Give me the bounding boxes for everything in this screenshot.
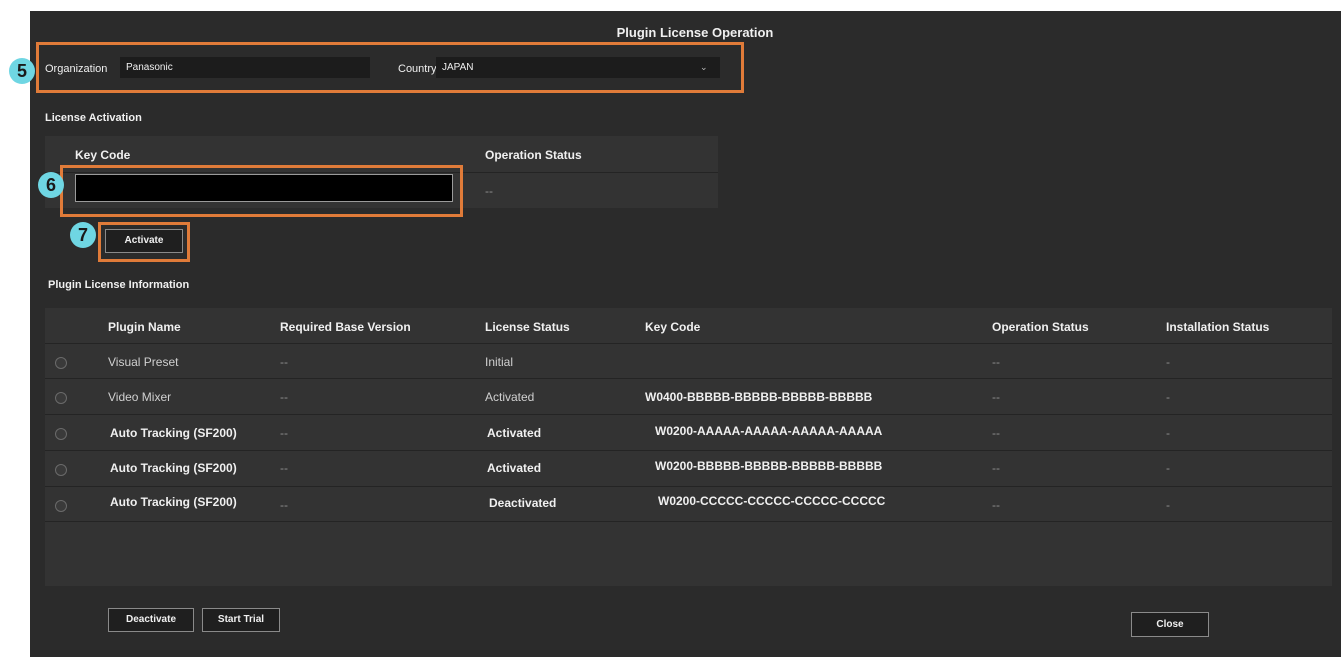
table-row-divider (45, 343, 1332, 344)
cell-plugin-name: Visual Preset (108, 355, 179, 369)
key-code-input[interactable] (75, 174, 453, 202)
cell-installation-status: - (1166, 355, 1170, 369)
radio-button-icon[interactable] (55, 500, 67, 512)
cell-operation-status: -- (992, 390, 1000, 404)
license-activation-title: License Activation (45, 112, 142, 124)
table-row-divider (45, 378, 1332, 379)
cell-key-code: W0400-BBBBB-BBBBB-BBBBB-BBBBB (645, 390, 873, 404)
cell-license-status: Initial (485, 355, 514, 369)
cell-plugin-name: Auto Tracking (SF200) (110, 426, 237, 440)
cell-operation-status: -- (992, 461, 1000, 475)
table-row-divider (45, 414, 1332, 415)
header-key-code: Key Code (645, 320, 701, 334)
radio-button-icon[interactable] (55, 464, 67, 476)
table-row-divider (45, 486, 1332, 487)
close-button[interactable]: Close (1131, 612, 1209, 637)
table-row-divider (45, 521, 1332, 522)
callout-badge-7: 7 (70, 222, 96, 248)
cell-license-status: Activated (487, 461, 542, 475)
cell-required-base-version: -- (280, 426, 288, 440)
cell-operation-status: -- (992, 355, 1000, 369)
organization-label: Organization (45, 63, 108, 75)
header-required-base-version: Required Base Version (280, 320, 411, 334)
cell-license-status: Deactivated (489, 496, 557, 510)
plugin-license-info-title: Plugin License Information (48, 279, 190, 291)
start-trial-button[interactable]: Start Trial (202, 608, 280, 632)
deactivate-button[interactable]: Deactivate (108, 608, 194, 632)
cell-required-base-version: -- (280, 390, 288, 404)
cell-required-base-version: -- (280, 355, 288, 369)
callout-badge-5: 5 (9, 58, 35, 84)
cell-installation-status: - (1166, 426, 1170, 440)
activation-operation-status-value: -- (485, 184, 493, 198)
cell-required-base-version: -- (280, 461, 288, 475)
header-plugin-name: Plugin Name (108, 320, 181, 334)
radio-button-icon[interactable] (55, 428, 67, 440)
activation-keycode-header: Key Code (75, 148, 131, 162)
cell-installation-status: - (1166, 461, 1170, 475)
country-select-value: JAPAN (442, 62, 474, 73)
cell-plugin-name: Auto Tracking (SF200) (110, 461, 237, 475)
header-license-status: License Status (485, 320, 570, 334)
plugin-license-window: Plugin License Operation Organization Pa… (30, 11, 1341, 657)
cell-license-status: Activated (485, 390, 535, 404)
radio-button-icon[interactable] (55, 357, 67, 369)
radio-button-icon[interactable] (55, 392, 67, 404)
cell-required-base-version: -- (280, 498, 288, 512)
cell-key-code: W0200-BBBBB-BBBBB-BBBBB-BBBBB (655, 459, 883, 473)
window-title: Plugin License Operation (616, 25, 774, 40)
header-operation-status: Operation Status (992, 320, 1089, 334)
cell-plugin-name: Video Mixer (108, 390, 172, 404)
header-installation-status: Installation Status (1166, 320, 1270, 334)
callout-badge-6: 6 (38, 172, 64, 198)
activate-button[interactable]: Activate (105, 229, 183, 253)
cell-operation-status: -- (992, 498, 1000, 512)
activation-operation-status-header: Operation Status (485, 148, 582, 162)
country-select[interactable]: JAPAN (436, 57, 720, 78)
plugin-license-table (45, 308, 1332, 586)
country-label: Country (398, 63, 437, 75)
cell-license-status: Activated (487, 426, 542, 440)
cell-key-code: W0200-CCCCC-CCCCC-CCCCC-CCCCC (658, 494, 886, 508)
table-row-divider (45, 450, 1332, 451)
cell-installation-status: - (1166, 390, 1170, 404)
cell-plugin-name: Auto Tracking (SF200) (110, 495, 237, 509)
organization-input[interactable]: Panasonic (120, 57, 370, 78)
chevron-down-icon[interactable]: ⌄ (700, 62, 708, 73)
cell-operation-status: -- (992, 426, 1000, 440)
cell-key-code: W0200-AAAAA-AAAAA-AAAAA-AAAAA (655, 424, 883, 438)
cell-installation-status: - (1166, 498, 1170, 512)
